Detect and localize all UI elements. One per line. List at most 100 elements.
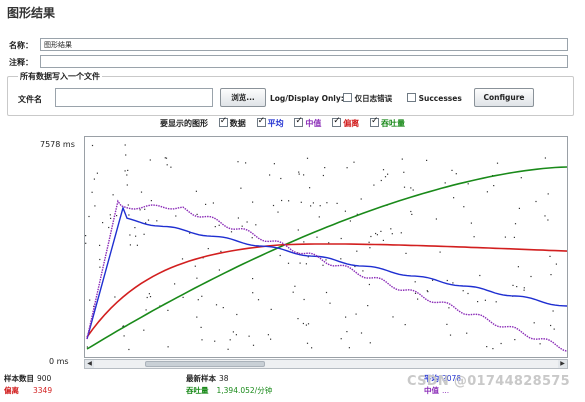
- errors-only-option[interactable]: 仅日志错误: [343, 93, 392, 104]
- data-point: [215, 304, 218, 306]
- data-point: [484, 299, 486, 301]
- data-point: [550, 274, 552, 276]
- data-point: [248, 335, 250, 337]
- data-point: [404, 324, 406, 326]
- file-group-title: 所有数据写入一个文件: [18, 71, 102, 82]
- legend-average-checkbox[interactable]: [256, 116, 266, 127]
- data-point: [149, 159, 151, 161]
- data-point: [550, 324, 552, 327]
- successes-option[interactable]: Successes: [407, 93, 462, 103]
- data-point: [272, 204, 275, 207]
- legend-throughput-checkbox[interactable]: [369, 116, 379, 127]
- data-point: [207, 248, 209, 250]
- data-point: [390, 228, 392, 230]
- name-label: 名称：: [9, 41, 33, 50]
- data-point: [300, 201, 302, 203]
- data-point: [195, 190, 197, 192]
- data-point: [426, 290, 428, 292]
- name-field[interactable]: 图形结果: [40, 38, 568, 51]
- data-point: [387, 173, 389, 175]
- data-point: [446, 323, 448, 325]
- legend-data[interactable]: 数据: [218, 116, 246, 129]
- data-point: [140, 191, 143, 193]
- data-point: [518, 207, 520, 209]
- data-point: [311, 347, 313, 349]
- data-point: [281, 199, 283, 202]
- data-point: [401, 158, 403, 160]
- data-point: [102, 222, 104, 224]
- data-point: [318, 216, 320, 218]
- data-point: [128, 348, 130, 351]
- samples-stat: 样本数目 900: [4, 373, 51, 384]
- data-point: [218, 224, 220, 226]
- data-point: [414, 281, 416, 283]
- data-point: [455, 173, 457, 175]
- legend-average[interactable]: 平均: [256, 116, 284, 129]
- scroll-right-arrow[interactable]: ▶: [558, 360, 567, 368]
- comment-field[interactable]: [40, 55, 568, 68]
- data-point: [549, 255, 551, 257]
- data-point: [310, 205, 312, 207]
- data-point: [196, 316, 198, 318]
- data-point: [212, 202, 214, 204]
- data-point: [516, 286, 518, 288]
- latest-sample-stat: 最新样本 38: [186, 373, 229, 384]
- scroll-left-arrow[interactable]: ◀: [85, 360, 94, 368]
- data-point: [86, 346, 88, 348]
- data-point: [245, 162, 247, 164]
- data-point: [280, 177, 282, 180]
- data-point: [360, 332, 363, 334]
- data-point: [500, 342, 502, 345]
- browse-button[interactable]: 浏览...: [220, 88, 266, 107]
- data-point: [299, 262, 301, 264]
- data-point: [114, 296, 116, 298]
- errors-only-checkbox[interactable]: [343, 93, 352, 102]
- data-point: [307, 323, 310, 325]
- data-point: [349, 220, 351, 222]
- configure-button[interactable]: Configure: [474, 88, 534, 107]
- data-point: [298, 173, 300, 175]
- data-point: [136, 244, 138, 246]
- data-point: [125, 154, 127, 156]
- legend-data-checkbox[interactable]: [218, 116, 228, 127]
- data-point: [181, 258, 184, 260]
- data-point: [237, 161, 239, 163]
- data-point: [303, 298, 305, 301]
- data-point: [411, 213, 413, 215]
- data-point: [230, 231, 233, 233]
- filename-input[interactable]: [55, 88, 213, 107]
- data-point: [255, 224, 257, 226]
- data-point: [370, 235, 372, 238]
- data-point: [380, 230, 382, 232]
- samples-label: 样本数目: [4, 374, 34, 383]
- data-point: [222, 307, 224, 309]
- data-point: [96, 172, 98, 174]
- data-point: [227, 348, 229, 350]
- data-point: [297, 229, 299, 231]
- legend-average-label: 平均: [267, 119, 284, 128]
- legend-median[interactable]: 中值: [294, 116, 321, 129]
- data-point: [523, 289, 525, 291]
- legend-deviation[interactable]: 偏离: [332, 116, 359, 129]
- legend-median-checkbox[interactable]: [294, 116, 304, 127]
- data-point: [513, 236, 515, 238]
- data-point: [477, 301, 479, 303]
- data-point: [403, 186, 406, 188]
- data-point: [99, 258, 101, 261]
- data-point: [146, 296, 148, 299]
- data-point: [448, 307, 450, 309]
- deviation-stat-value: 3349: [33, 386, 53, 395]
- data-point: [325, 291, 328, 294]
- legend-throughput[interactable]: 吞吐量: [369, 116, 405, 129]
- graph-scrollbar[interactable]: ◀ ▶: [84, 359, 568, 369]
- successes-checkbox[interactable]: [407, 93, 416, 102]
- data-point: [547, 193, 549, 195]
- legend-deviation-checkbox[interactable]: [332, 116, 342, 127]
- data-point: [467, 292, 469, 295]
- data-point: [340, 258, 342, 260]
- data-point: [322, 264, 324, 266]
- data-point: [277, 211, 279, 213]
- data-point: [214, 340, 216, 342]
- scroll-thumb[interactable]: [145, 361, 265, 367]
- data-point: [124, 170, 126, 172]
